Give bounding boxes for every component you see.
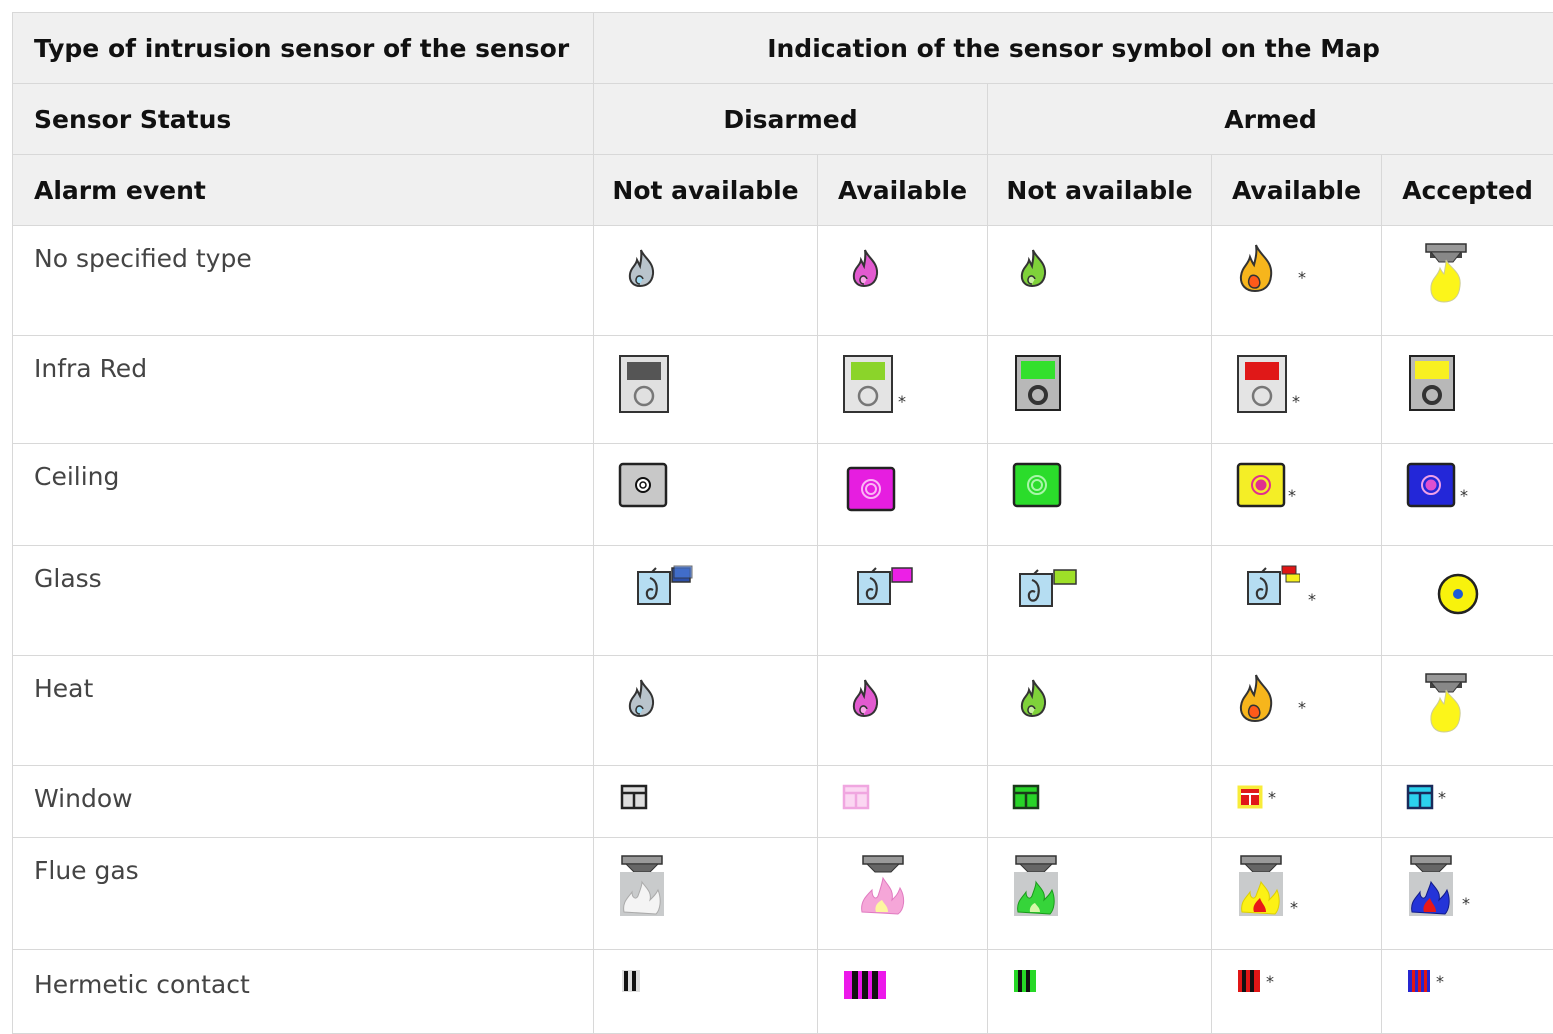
flame-gray-icon <box>624 678 658 718</box>
flame-orange-icon <box>1236 242 1276 294</box>
flame-gray-icon <box>624 248 658 288</box>
infrared-yellow-icon <box>1408 354 1456 412</box>
accepted-marker: * <box>1436 972 1444 991</box>
accepted-marker: * <box>1462 894 1470 913</box>
table-row: Glass <box>13 546 1553 656</box>
table-row: Flue gas <box>13 838 1553 950</box>
col-armed-available: Available <box>1212 155 1382 226</box>
contact-black-icon <box>620 968 642 994</box>
contact-blue-icon <box>1406 968 1432 994</box>
col-armed-accepted: Accepted <box>1382 155 1553 226</box>
accepted-marker: * <box>1460 486 1468 505</box>
accepted-marker: * <box>1268 788 1276 807</box>
contact-green-icon <box>1012 968 1038 994</box>
ceiling-green-icon <box>1012 462 1062 508</box>
table-row: Infra Red * <box>13 336 1553 444</box>
col-armed-not-available: Not available <box>988 155 1212 226</box>
accepted-marker: * <box>1298 698 1306 717</box>
header-type-label: Type of intrusion sensor of the sensor <box>13 13 594 84</box>
accepted-marker: * <box>1292 392 1300 411</box>
col-disarmed-available: Available <box>818 155 988 226</box>
fire-detector-yellow-icon <box>1422 672 1470 736</box>
glass-red-icon <box>1246 564 1300 606</box>
table-row: Hermetic contact <box>13 950 1553 1034</box>
flame-magenta-icon <box>848 248 882 288</box>
header-disarmed: Disarmed <box>594 84 988 155</box>
row-label: Infra Red <box>13 336 594 444</box>
row-label: Window <box>13 766 594 838</box>
flame-green-icon <box>1016 674 1050 718</box>
glass-blue-icon <box>636 564 696 606</box>
ceiling-yellow-icon <box>1236 462 1286 508</box>
flame-magenta-icon <box>848 678 882 718</box>
header-armed: Armed <box>988 84 1553 155</box>
contact-magenta-icon <box>842 968 888 1002</box>
window-green-icon <box>1012 784 1040 810</box>
smoke-pink-icon <box>858 854 908 918</box>
smoke-blue-icon <box>1406 854 1456 918</box>
table-row: Heat <box>13 656 1553 766</box>
header-indication-label: Indication of the sensor symbol on the M… <box>594 13 1553 84</box>
glass-green-icon <box>1018 566 1082 608</box>
accepted-marker: * <box>1298 268 1306 287</box>
flame-green-icon <box>1016 244 1050 288</box>
table-row: Ceiling <box>13 444 1553 546</box>
table-row: No specified type <box>13 226 1553 336</box>
accepted-marker: * <box>1266 972 1274 991</box>
ceiling-gray-icon <box>618 462 668 508</box>
row-label: Ceiling <box>13 444 594 546</box>
window-gray-icon <box>620 784 648 810</box>
ceiling-magenta-icon <box>846 466 896 512</box>
glass-accepted-circle-icon <box>1436 572 1480 616</box>
row-label: Glass <box>13 546 594 656</box>
header-alarm-label: Alarm event <box>13 155 594 226</box>
glass-magenta-icon <box>856 564 918 606</box>
accepted-marker: * <box>1290 898 1298 917</box>
window-cyan-icon <box>1406 784 1434 810</box>
accepted-marker: * <box>898 392 906 411</box>
ceiling-blue-icon <box>1406 462 1456 508</box>
window-pink-icon <box>842 784 870 810</box>
smoke-gray-icon <box>618 854 666 918</box>
accepted-marker: * <box>1438 788 1446 807</box>
window-red-icon <box>1236 784 1264 810</box>
infrared-red-icon <box>1236 354 1288 414</box>
smoke-yellow-icon <box>1236 854 1286 918</box>
infrared-green-dark-icon <box>1014 354 1062 412</box>
contact-red-icon <box>1236 968 1262 994</box>
flame-orange-icon <box>1236 672 1276 724</box>
table-row: Window <box>13 766 1553 838</box>
col-disarmed-not-available: Not available <box>594 155 818 226</box>
accepted-marker: * <box>1288 486 1296 505</box>
row-label: No specified type <box>13 226 594 336</box>
row-label: Flue gas <box>13 838 594 950</box>
fire-detector-yellow-icon <box>1422 242 1470 306</box>
infrared-gray-icon <box>618 354 670 414</box>
sensor-symbol-table: Type of intrusion sensor of the sensor I… <box>12 12 1553 1034</box>
infrared-green-icon <box>842 354 894 414</box>
smoke-green-icon <box>1012 854 1060 918</box>
header-status-label: Sensor Status <box>13 84 594 155</box>
row-label: Heat <box>13 656 594 766</box>
accepted-marker: * <box>1308 590 1316 609</box>
row-label: Hermetic contact <box>13 950 594 1034</box>
